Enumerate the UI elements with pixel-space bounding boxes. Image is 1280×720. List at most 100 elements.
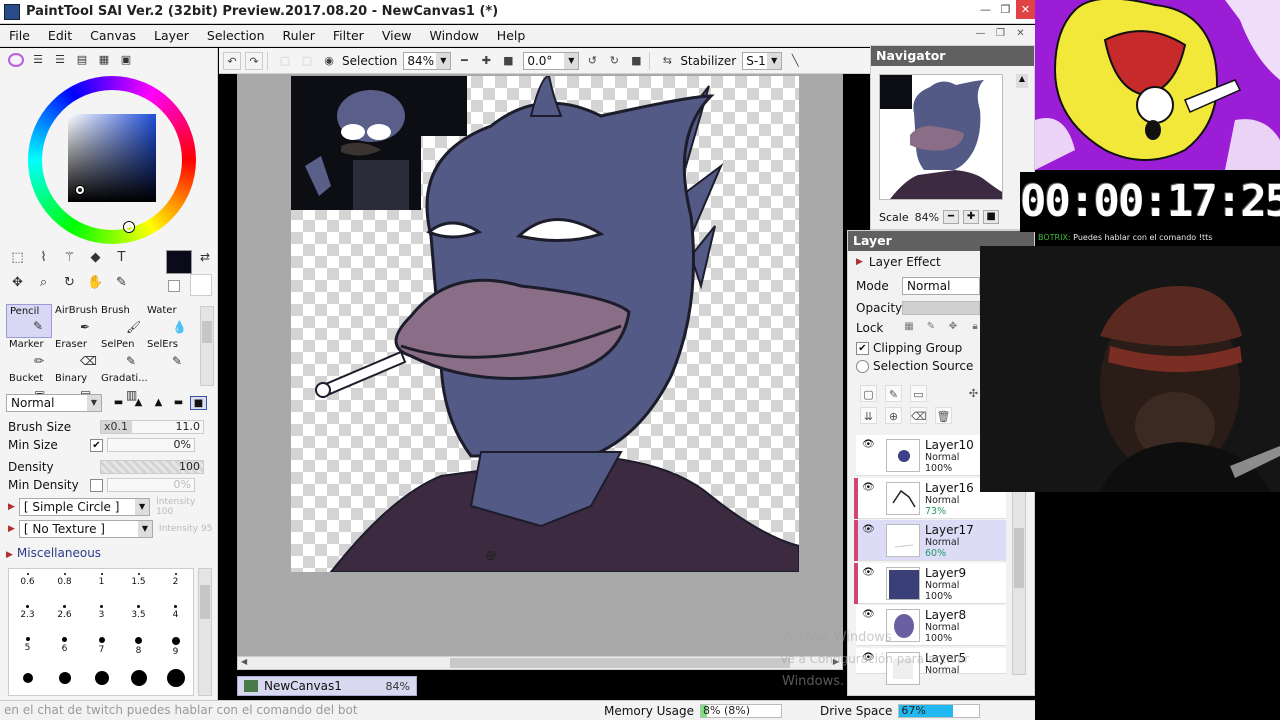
eye-icon[interactable]: 👁︎ [862,567,875,578]
blend-mode-select[interactable]: Normal ▼ [6,394,102,412]
brush-size-preset[interactable]: 0.8 [46,569,83,601]
eye-icon[interactable]: 👁︎ [862,609,875,620]
canvas-viewport[interactable]: ⊕ [237,74,843,656]
clear-layer-icon[interactable]: ⌫ [910,407,927,424]
clipping-group-row[interactable]: ✔ Clipping Group [856,341,962,355]
rotation-select[interactable]: 0.0° ▼ [523,51,580,70]
doc-minimize-button[interactable]: — [972,28,989,43]
zoom-reset-icon[interactable]: ■ [499,52,517,70]
brush-size-preset[interactable]: 4 [157,601,194,633]
miscellaneous-section[interactable]: ▶ Miscellaneous [6,546,101,560]
clipping-group-checkbox[interactable]: ✔ [856,341,869,355]
rect-select-icon[interactable]: ⬚ [8,248,27,267]
lock-paint-icon[interactable]: ✎ [924,321,938,335]
density-slider[interactable]: 100 [100,460,204,474]
nav-zoom-in-button[interactable]: ✚ [963,210,980,224]
brush-size-preset[interactable]: 1 [83,569,120,601]
brush-tool-selers[interactable]: SelErs ✎ [144,338,190,372]
menu-filter[interactable]: Filter [324,28,373,43]
sv-cursor[interactable] [76,186,84,194]
brush-tool-marker[interactable]: Marker ✏ [6,338,52,372]
rotate-right-icon[interactable]: ↻ [605,52,623,70]
rotate-left-icon[interactable]: ↺ [583,52,601,70]
layer-effect-row[interactable]: ▶ Layer Effect [856,255,941,269]
expand-arrow-icon[interactable]: ▶ [8,524,15,534]
transparent-color-swatch[interactable] [190,274,212,296]
merge-down-icon[interactable]: ⊕ [885,407,902,424]
eyedropper-icon[interactable]: ✎ [112,273,131,292]
magic-wand-icon[interactable]: ⚚ [60,248,79,267]
menu-layer[interactable]: Layer [145,28,198,43]
brush-size-preset[interactable] [120,665,157,697]
close-button[interactable]: ✕ [1016,0,1035,19]
eye-icon[interactable]: 👁︎ [862,439,875,450]
canvas-horizontal-scrollbar[interactable]: ◀ ▶ [237,656,843,670]
min-size-slider[interactable]: 0% [107,438,195,452]
brush-size-preset[interactable]: 3 [83,601,120,633]
scratchpad-tab-icon[interactable]: ▦ [96,53,112,67]
brush-tool-water[interactable]: Water 💧 [144,304,190,338]
brush-shape-hard-icon[interactable]: ▬ [170,396,187,410]
selection-visibility-icon[interactable]: ◉ [320,52,338,70]
text-tool-icon[interactable]: T [112,248,131,267]
min-density-slider[interactable]: 0% [107,478,195,492]
brush-tool-pencil[interactable]: Pencil ✎ [6,304,52,338]
copy-layer-icon[interactable]: ⇊ [860,407,877,424]
brush-shape-flat-icon[interactable]: ▬ [110,396,127,410]
brush-size-preset[interactable] [9,665,46,697]
expand-arrow-icon[interactable]: ▶ [8,502,15,512]
brush-size-slider[interactable]: x0.1 11.0 [100,420,204,434]
document-tab[interactable]: NewCanvas1 84% [237,676,417,696]
menu-edit[interactable]: Edit [39,28,81,43]
flip-horizontal-icon[interactable]: ⇆ [658,52,676,70]
delete-layer-icon[interactable]: 🗑︎ [935,407,952,424]
pen-pressure-icon[interactable]: ╲ [786,52,804,70]
stabilizer-select[interactable]: S-1 ▼ [742,51,783,70]
doc-restore-button[interactable]: ❐ [992,28,1009,43]
presets-scrollbar[interactable] [198,568,212,696]
deselect-icon[interactable]: ▢ [276,52,294,70]
navigator-thumbnail[interactable] [879,74,1003,200]
min-density-checkbox[interactable] [90,478,103,492]
hsv-slider-tab-icon[interactable]: ☰ [52,53,68,67]
menu-help[interactable]: Help [488,28,535,43]
selection-source-radio[interactable] [856,359,869,373]
drawing-canvas[interactable] [291,76,799,572]
lock-move-icon[interactable]: ✥ [946,321,960,335]
brush-size-preset[interactable]: 9 [157,633,194,665]
selection-source-row[interactable]: Selection Source [856,359,973,373]
menu-ruler[interactable]: Ruler [274,28,324,43]
rgb-slider-tab-icon[interactable]: ☰ [30,53,46,67]
secondary-color-swatch[interactable] [168,280,180,292]
brush-tool-airbrush[interactable]: AirBrush ✒ [52,304,98,338]
nav-zoom-reset-button[interactable]: ■ [983,210,1000,224]
brush-size-preset[interactable]: 0.6 [9,569,46,601]
brush-tool-brush[interactable]: Brush 🖌︎ [98,304,144,338]
menu-canvas[interactable]: Canvas [81,28,145,43]
menu-view[interactable]: View [373,28,421,43]
brush-shape-select[interactable]: [ Simple Circle ] ▼ [18,498,151,516]
brush-size-preset[interactable]: 2.3 [9,601,46,633]
rotate-icon[interactable]: ↻ [60,273,79,292]
menu-window[interactable]: Window [421,28,488,43]
layer-row[interactable]: 👁︎ Layer9 Normal 100% [854,562,1006,604]
color-wheel-tab-icon[interactable] [8,53,24,67]
restore-button[interactable]: ❐ [996,0,1015,19]
brush-size-preset[interactable]: 2 [157,569,194,601]
minimize-button[interactable]: — [976,0,995,19]
brush-grid-scrollbar[interactable] [200,306,214,386]
scroll-left-icon[interactable]: ◀ [241,657,247,666]
zoom-out-icon[interactable]: ━ [455,52,473,70]
new-folder-icon[interactable]: ▭ [910,385,927,402]
brush-texture-select[interactable]: [ No Texture ] ▼ [18,520,153,538]
nav-zoom-out-button[interactable]: ━ [943,210,960,224]
brush-size-preset[interactable]: 7 [83,633,120,665]
brush-size-preset[interactable] [83,665,120,697]
brush-shape-soft-icon[interactable]: ▲ [150,396,167,410]
zoom-select[interactable]: 84% ▼ [403,51,452,70]
brush-size-preset[interactable]: 8 [120,633,157,665]
rotate-reset-icon[interactable]: ■ [627,52,645,70]
layer-row[interactable]: 👁︎ Layer17 Normal 60% [854,520,1006,561]
primary-color-swatch[interactable] [166,250,192,274]
user-color-tab-icon[interactable]: ▣ [118,53,134,67]
